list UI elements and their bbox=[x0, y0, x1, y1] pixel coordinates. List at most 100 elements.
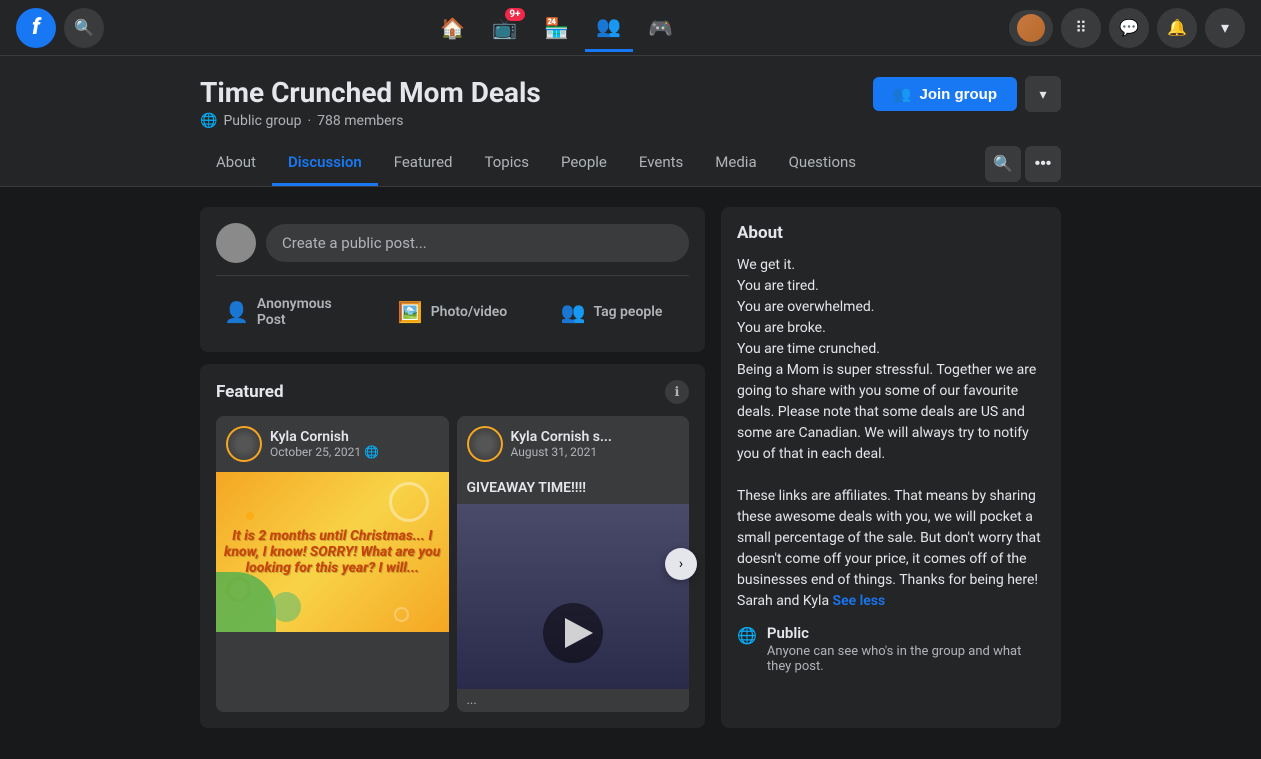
card-2-image bbox=[457, 504, 690, 689]
search-button[interactable]: 🔍 bbox=[64, 8, 104, 48]
card-2-image-inner bbox=[457, 504, 690, 689]
featured-info-button[interactable]: ℹ bbox=[665, 380, 689, 404]
home-icon: 🏠 bbox=[440, 16, 465, 40]
tab-questions[interactable]: Questions bbox=[773, 141, 872, 186]
group-more-dropdown[interactable]: ▾ bbox=[1025, 76, 1061, 112]
featured-card-1[interactable]: Kyla Cornish October 25, 2021 🌐 bbox=[216, 416, 449, 712]
public-globe-icon: 🌐 bbox=[737, 626, 757, 645]
topnav-right: ⠿ 💬 🔔 ▾ bbox=[1009, 8, 1245, 48]
marketplace-icon: 🏪 bbox=[544, 16, 569, 40]
featured-header: Featured ℹ bbox=[216, 380, 689, 404]
tab-discussion[interactable]: Discussion bbox=[272, 141, 378, 186]
post-input[interactable]: Create a public post... bbox=[266, 224, 689, 262]
notifications-button[interactable]: 🔔 bbox=[1157, 8, 1197, 48]
user-profile-button[interactable] bbox=[1009, 10, 1053, 46]
featured-title: Featured bbox=[216, 382, 284, 402]
group-name: Time Crunched Mom Deals bbox=[200, 76, 541, 109]
group-privacy: Public group bbox=[223, 113, 301, 129]
featured-cards: Kyla Cornish October 25, 2021 🌐 bbox=[216, 416, 689, 712]
group-info: Time Crunched Mom Deals 🌐 Public group ·… bbox=[200, 76, 541, 129]
tab-featured[interactable]: Featured bbox=[378, 141, 469, 186]
facebook-logo[interactable]: f bbox=[16, 8, 56, 48]
tag-label: Tag people bbox=[593, 304, 662, 320]
group-meta: 🌐 Public group · 788 members bbox=[200, 113, 541, 129]
card-2-author-info: Kyla Cornish s... August 31, 2021 bbox=[511, 429, 612, 459]
globe-icon: 🌐 bbox=[200, 113, 217, 129]
group-actions: 👥 Join group ▾ bbox=[873, 76, 1061, 112]
see-less-button[interactable]: See less bbox=[833, 593, 886, 609]
join-icon: 👥 bbox=[893, 85, 912, 103]
decor-green-blob-2 bbox=[271, 592, 301, 622]
decor-circle-3 bbox=[394, 607, 409, 622]
anonymous-post-button[interactable]: 👤 Anonymous Post bbox=[216, 288, 371, 336]
card-1-avatar bbox=[226, 426, 262, 462]
card-2-author-row: Kyla Cornish s... August 31, 2021 bbox=[457, 416, 690, 472]
privacy-label: Public bbox=[767, 624, 1045, 642]
tag-people-button[interactable]: 👥 Tag people bbox=[534, 288, 689, 336]
card-1-author-row: Kyla Cornish October 25, 2021 🌐 bbox=[216, 416, 449, 472]
nav-gaming-button[interactable]: 🎮 bbox=[637, 4, 685, 52]
card-1-date: October 25, 2021 🌐 bbox=[270, 445, 379, 459]
group-title-row: Time Crunched Mom Deals 🌐 Public group ·… bbox=[200, 76, 1061, 129]
composer-actions: 👤 Anonymous Post 🖼️ Photo/video 👥 Tag pe… bbox=[216, 275, 689, 336]
group-nav-actions: 🔍 ••• bbox=[985, 146, 1061, 182]
decor-circle-1 bbox=[389, 482, 429, 522]
messenger-button[interactable]: 💬 bbox=[1109, 8, 1149, 48]
about-description: We get it. You are tired. You are overwh… bbox=[737, 255, 1045, 612]
card-1-author-info: Kyla Cornish October 25, 2021 🌐 bbox=[270, 429, 379, 459]
more-options-button[interactable]: ••• bbox=[1025, 146, 1061, 182]
chevron-down-icon: ▾ bbox=[1039, 86, 1046, 103]
left-column: Create a public post... 👤 Anonymous Post… bbox=[200, 207, 705, 728]
card-1-privacy-icon: 🌐 bbox=[364, 445, 379, 459]
messenger-icon: 💬 bbox=[1119, 18, 1139, 37]
composer-avatar bbox=[216, 223, 256, 263]
nav-marketplace-button[interactable]: 🏪 bbox=[533, 4, 581, 52]
nav-home-button[interactable]: 🏠 bbox=[429, 4, 477, 52]
topnav-left: f 🔍 bbox=[16, 8, 104, 48]
tab-media[interactable]: Media bbox=[699, 141, 772, 186]
arrow-right-icon: › bbox=[679, 556, 683, 572]
card-2-sub-text: ... bbox=[457, 689, 690, 712]
tag-icon: 👥 bbox=[561, 300, 586, 324]
join-group-button[interactable]: 👥 Join group bbox=[873, 77, 1017, 111]
bell-icon: 🔔 bbox=[1167, 18, 1187, 37]
group-header: Time Crunched Mom Deals 🌐 Public group ·… bbox=[0, 56, 1261, 187]
decor-dot-1 bbox=[246, 512, 254, 520]
anonymous-label: Anonymous Post bbox=[257, 296, 363, 328]
search-icon: 🔍 bbox=[74, 18, 94, 37]
page-wrapper: Time Crunched Mom Deals 🌐 Public group ·… bbox=[0, 56, 1261, 748]
search-group-button[interactable]: 🔍 bbox=[985, 146, 1021, 182]
card-2-avatar bbox=[467, 426, 503, 462]
ellipsis-icon: ••• bbox=[1035, 155, 1052, 173]
featured-card-2[interactable]: Kyla Cornish s... August 31, 2021 GIVEAW… bbox=[457, 416, 690, 712]
group-nav: About Discussion Featured Topics People … bbox=[200, 141, 1061, 186]
grid-menu-button[interactable]: ⠿ bbox=[1061, 8, 1101, 48]
group-members: 788 members bbox=[317, 113, 403, 129]
watch-badge: 9+ bbox=[505, 8, 524, 21]
video-play-icon bbox=[533, 593, 613, 673]
photo-icon: 🖼️ bbox=[398, 300, 423, 324]
dot-separator: · bbox=[308, 113, 312, 129]
tab-events[interactable]: Events bbox=[623, 141, 699, 186]
gaming-icon: 🎮 bbox=[648, 16, 673, 40]
user-avatar bbox=[1017, 14, 1045, 42]
about-sidebar-title: About bbox=[737, 223, 1045, 243]
card-1-author-name: Kyla Cornish bbox=[270, 429, 379, 445]
groups-icon: 👥 bbox=[596, 14, 621, 38]
post-composer: Create a public post... 👤 Anonymous Post… bbox=[200, 207, 705, 352]
anonymous-icon: 👤 bbox=[224, 300, 249, 324]
photo-label: Photo/video bbox=[431, 304, 508, 320]
featured-next-button[interactable]: › bbox=[665, 548, 697, 580]
card-2-author-name: Kyla Cornish s... bbox=[511, 429, 612, 445]
featured-section: Featured ℹ Kyla Cornish October bbox=[200, 364, 705, 728]
nav-watch-button[interactable]: 📺 9+ bbox=[481, 4, 529, 52]
nav-groups-button[interactable]: 👥 bbox=[585, 4, 633, 52]
photo-video-button[interactable]: 🖼️ Photo/video bbox=[375, 288, 530, 336]
main-content: Create a public post... 👤 Anonymous Post… bbox=[0, 187, 1261, 748]
topnav-center-nav: 🏠 📺 9+ 🏪 👥 🎮 bbox=[104, 4, 1009, 52]
tab-topics[interactable]: Topics bbox=[469, 141, 545, 186]
card-2-text-body: GIVEAWAY TIME!!!! bbox=[457, 472, 690, 504]
account-dropdown-button[interactable]: ▾ bbox=[1205, 8, 1245, 48]
tab-people[interactable]: People bbox=[545, 141, 623, 186]
tab-about[interactable]: About bbox=[200, 141, 272, 186]
